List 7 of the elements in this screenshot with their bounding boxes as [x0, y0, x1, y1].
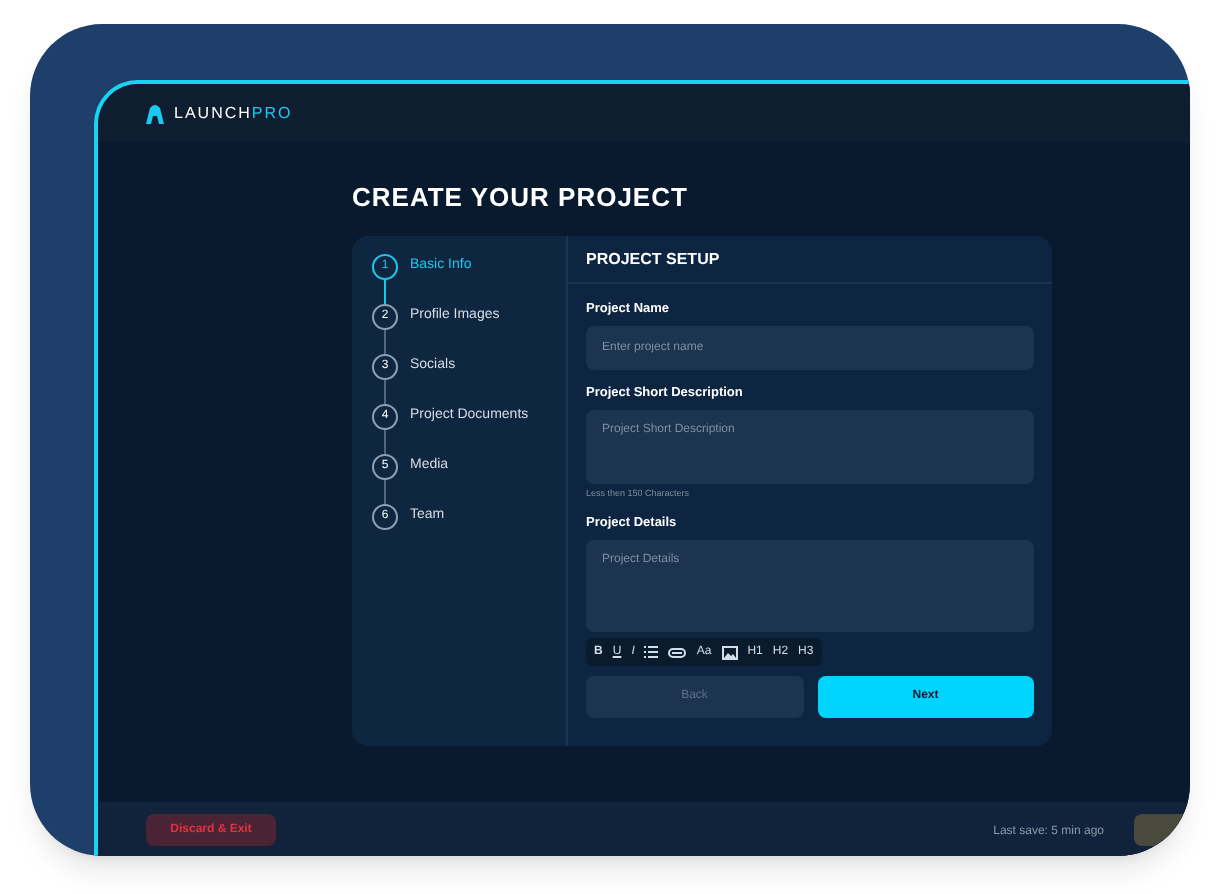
link-icon[interactable] [668, 647, 687, 657]
image-icon[interactable] [721, 645, 738, 659]
list-icon[interactable] [644, 646, 659, 658]
page-title: CREATE YOUR PROJECT [352, 180, 690, 216]
logo-icon [144, 103, 166, 123]
logo-wordmark: LAUNCH PRO [174, 101, 293, 125]
form-title: PROJECT SETUP [586, 247, 720, 271]
